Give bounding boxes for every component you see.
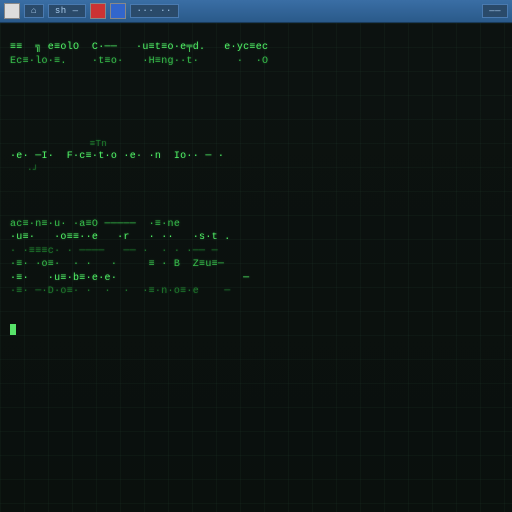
term-line: ·≡· ·u≡·b≡·e·e· ─ [10,272,502,286]
term-line: ·┘ [10,164,502,176]
close-button[interactable] [90,3,106,19]
term-line: ac≡·n≡·u· ·a≡O ───── ·≡·ne [10,218,502,232]
terminal-viewport[interactable]: ≡≡ ╗ e≡olO C·── ·u≡t≡o·e╤d. e∙yc≡ec Ec≡·… [0,23,512,512]
term-line: ·≡· ─·D·o≡· · · · ·≡·n·o≡·e ─ [10,285,502,299]
window-titlebar: ⌂ sh — ··· ·· —— [0,0,512,23]
titlebar-seg-2: sh — [48,4,86,18]
titlebar-seg-1: ⌂ [24,4,44,18]
sys-button[interactable] [4,3,20,19]
term-line: Ec≡·lo∙≡. ·t≡o· ·H≡ng··t· · ·O [10,55,502,69]
min-button[interactable] [110,3,126,19]
term-line: ·u≡· ·o≡≡··e ·r · ·· ·s·t . [10,231,502,245]
output-block-1: ≡≡ ╗ e≡olO C·── ·u≡t≡o·e╤d. e∙yc≡ec Ec≡·… [10,41,502,68]
cursor [10,324,16,335]
output-block-2: ·e· ─I· F·c≡·t·o ·e∙ ·n Io∙· ─ · ·┘ [10,150,502,176]
term-line: ·≡· ·o≡· · · · ≡ · B Z≡u≡─ [10,258,502,272]
output-block-3: ac≡·n≡·u· ·a≡O ───── ·≡·ne ·u≡· ·o≡≡··e … [10,218,502,299]
term-label: ≡Tn [10,138,502,150]
term-line: · ·≡≡≡c· · ──── ── · · · ·── ─ [10,245,502,259]
titlebar-seg-3: ··· ·· [130,4,179,18]
term-line: ≡≡ ╗ e≡olO C·── ·u≡t≡o·e╤d. e∙yc≡ec [10,41,502,55]
titlebar-seg-4: —— [482,4,508,18]
term-line: ·e· ─I· F·c≡·t·o ·e∙ ·n Io∙· ─ · [10,150,502,164]
